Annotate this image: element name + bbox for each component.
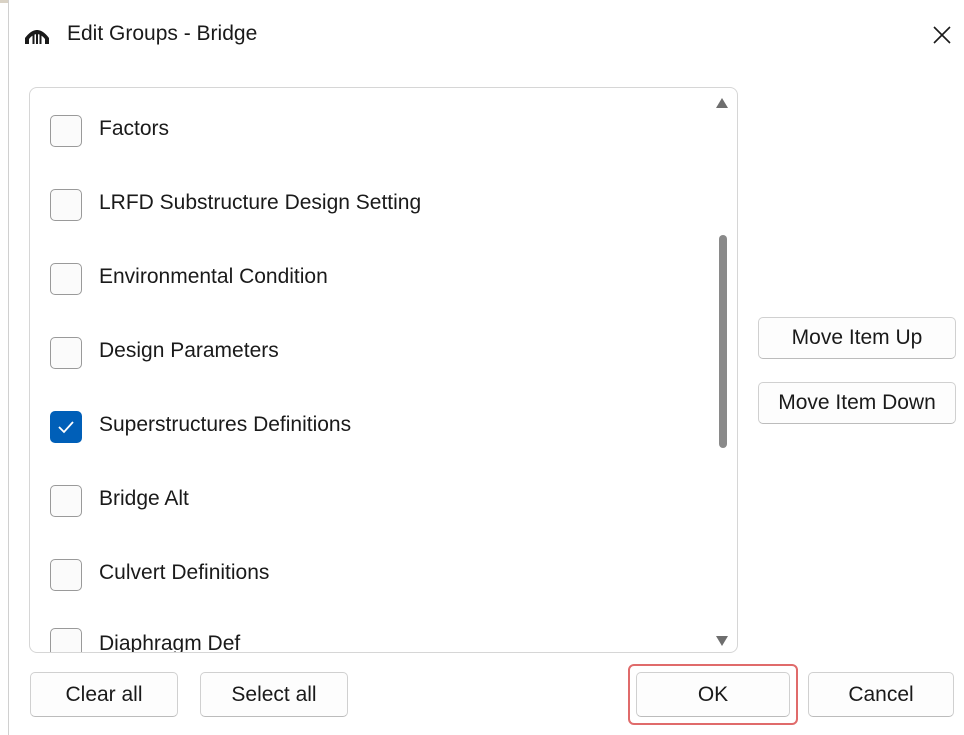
checkbox[interactable]	[50, 189, 82, 221]
bridge-arch-icon	[24, 25, 50, 45]
groups-list[interactable]: Factors LRFD Substructure Design Setting…	[29, 87, 738, 653]
checkbox[interactable]	[50, 628, 82, 652]
select-all-button[interactable]: Select all	[200, 672, 348, 717]
checkbox[interactable]	[50, 263, 82, 295]
item-label: Culvert Definitions	[99, 561, 270, 584]
item-label: Superstructures Definitions	[99, 413, 352, 436]
title-bar: Edit Groups - Bridge	[9, 0, 964, 72]
checkbox[interactable]	[50, 559, 82, 591]
close-button[interactable]	[927, 20, 957, 50]
item-label: Design Parameters	[99, 339, 279, 362]
list-item[interactable]: Environmental Condition	[30, 249, 710, 309]
clear-all-button[interactable]: Clear all	[30, 672, 178, 717]
checkbox[interactable]	[50, 337, 82, 369]
checkbox[interactable]	[50, 485, 82, 517]
checkmark-icon	[58, 421, 74, 434]
list-item[interactable]: Factors	[30, 101, 710, 161]
scroll-up-arrow-icon[interactable]	[715, 96, 729, 108]
list-item[interactable]: Bridge Alt	[30, 471, 710, 531]
move-item-down-button[interactable]: Move Item Down	[758, 382, 956, 424]
list-item[interactable]: Culvert Definitions	[30, 545, 710, 605]
list-item[interactable]: LRFD Substructure Design Setting	[30, 175, 710, 235]
scrollbar-thumb[interactable]	[719, 235, 727, 448]
edit-groups-dialog: Edit Groups - Bridge Factors LRFD Substr…	[8, 0, 964, 735]
scroll-down-arrow-icon[interactable]	[715, 634, 729, 646]
list-item[interactable]: Diaphragm Def	[30, 625, 710, 652]
close-icon	[933, 26, 951, 44]
checkbox-checked[interactable]	[50, 411, 82, 443]
item-label: Factors	[99, 117, 170, 140]
cancel-button[interactable]: Cancel	[808, 672, 954, 717]
item-label: LRFD Substructure Design Setting	[99, 191, 422, 214]
dialog-title: Edit Groups - Bridge	[67, 22, 258, 45]
move-item-up-button[interactable]: Move Item Up	[758, 317, 956, 359]
checkbox[interactable]	[50, 115, 82, 147]
item-label: Bridge Alt	[99, 487, 189, 510]
ok-button[interactable]: OK	[636, 672, 790, 717]
list-item[interactable]: Superstructures Definitions	[30, 397, 710, 457]
item-label: Diaphragm Def	[99, 632, 241, 652]
list-item[interactable]: Design Parameters	[30, 323, 710, 383]
item-label: Environmental Condition	[99, 265, 328, 288]
